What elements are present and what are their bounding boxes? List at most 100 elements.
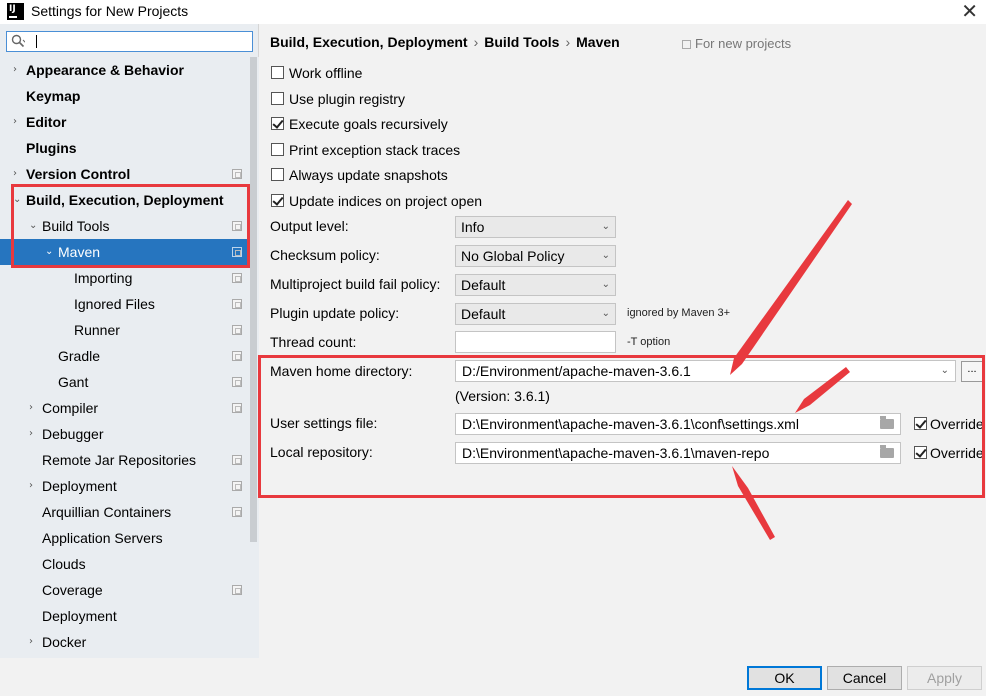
sidebar-item-label: Importing xyxy=(74,270,133,286)
sidebar-item-ignored-files[interactable]: Ignored Files xyxy=(0,291,248,317)
sidebar-item-label: Keymap xyxy=(26,88,81,104)
sidebar-item-build-execution-deployment[interactable]: ⌄ Build, Execution, Deployment xyxy=(0,187,248,213)
chevron-down-icon[interactable]: ⌄ xyxy=(13,187,23,213)
chevron-right-icon[interactable]: › xyxy=(29,421,39,447)
project-scope-icon xyxy=(232,403,242,413)
checkbox-label: Update indices on project open xyxy=(289,192,483,209)
sidebar-item-label: Arquillian Containers xyxy=(42,504,172,520)
folder-icon[interactable] xyxy=(880,416,894,429)
chevron-down-icon: ⌄ xyxy=(601,250,610,261)
sidebar-item-label: Deployment xyxy=(42,478,117,494)
maven-home-value: D:/Environment/apache-maven-3.6.1 xyxy=(462,363,691,379)
sidebar-item-runner[interactable]: Runner xyxy=(0,317,248,343)
local-repo-label: Local repository: xyxy=(270,444,373,460)
chevron-right-icon[interactable]: › xyxy=(29,629,39,655)
maven-settings-panel: Build, Execution, Deployment › Build Tools… xyxy=(260,24,986,658)
sidebar-item-deployment[interactable]: › Deployment xyxy=(0,473,248,499)
sidebar-item-editor[interactable]: › Editor xyxy=(0,109,248,135)
plugin-update-label: Plugin update policy: xyxy=(270,305,400,321)
sidebar-item-gradle[interactable]: Gradle xyxy=(0,343,248,369)
maven-version-text: (Version: 3.6.1) xyxy=(455,388,550,404)
sidebar-scrollbar[interactable] xyxy=(248,57,259,658)
checkbox-label: Print exception stack traces xyxy=(289,141,461,158)
sidebar-item-docker[interactable]: › Docker xyxy=(0,629,248,655)
sidebar-item-compiler[interactable]: › Compiler xyxy=(0,395,248,421)
sidebar-item-appearance-behavior[interactable]: › Appearance & Behavior xyxy=(0,57,248,83)
checkbox[interactable] xyxy=(271,117,284,130)
sidebar-item-label: Gant xyxy=(58,374,89,390)
thread-count-input[interactable] xyxy=(455,331,616,353)
maven-home-combobox[interactable]: D:/Environment/apache-maven-3.6.1 ⌄ xyxy=(455,360,956,382)
maven-home-browse-button[interactable]: ... xyxy=(961,361,983,382)
breadcrumb-build-tools[interactable]: Build Tools xyxy=(484,34,559,50)
sidebar-item-label: Coverage xyxy=(42,582,103,598)
project-scope-icon xyxy=(232,273,242,283)
for-new-projects-label: For new projects xyxy=(695,36,792,51)
user-settings-input[interactable]: D:\Environment\apache-maven-3.6.1\conf\s… xyxy=(455,413,901,435)
chevron-right-icon[interactable]: › xyxy=(13,109,23,135)
sidebar-item-build-tools[interactable]: ⌄ Build Tools xyxy=(0,213,248,239)
sidebar-item-deployment[interactable]: Deployment xyxy=(0,603,248,629)
sidebar-item-clouds[interactable]: Clouds xyxy=(0,551,248,577)
chevron-right-icon[interactable]: › xyxy=(29,395,39,421)
local-repo-override-label: Override xyxy=(930,445,984,461)
apply-button[interactable]: Apply xyxy=(907,666,982,690)
sidebar-item-label: Plugins xyxy=(26,140,77,156)
multiproject-fail-select[interactable]: Default ⌄ xyxy=(455,274,616,296)
checkbox-label: Always update snapshots xyxy=(289,167,448,183)
checksum-policy-label: Checksum policy: xyxy=(270,247,380,263)
checkbox[interactable] xyxy=(271,193,284,207)
thread-count-label: Thread count: xyxy=(270,334,357,350)
local-repo-value: D:\Environment\apache-maven-3.6.1\maven-… xyxy=(462,445,770,461)
sidebar-item-maven[interactable]: ⌄ Maven xyxy=(0,239,248,265)
project-scope-icon xyxy=(232,351,242,361)
sidebar-item-label: Runner xyxy=(74,322,120,338)
sidebar-item-remote-jar-repositories[interactable]: Remote Jar Repositories xyxy=(0,447,248,473)
project-scope-icon xyxy=(232,481,242,491)
sidebar-item-debugger[interactable]: › Debugger xyxy=(0,421,248,447)
chevron-right-icon[interactable]: › xyxy=(13,57,23,83)
chevron-down-icon: ⌄ xyxy=(601,221,610,232)
multiproject-fail-label: Multiproject build fail policy: xyxy=(270,276,441,292)
breadcrumb-build-execution-deployment[interactable]: Build, Execution, Deployment xyxy=(270,34,468,50)
folder-icon[interactable] xyxy=(880,445,894,458)
checkbox[interactable] xyxy=(271,168,284,181)
text-caret xyxy=(36,35,37,48)
project-scope-icon xyxy=(232,169,242,179)
close-icon[interactable]: ✕ xyxy=(961,0,978,22)
sidebar-item-keymap[interactable]: Keymap xyxy=(0,83,248,109)
checkbox[interactable] xyxy=(271,66,284,79)
checkbox-label: Work offline xyxy=(289,65,363,81)
multiproject-fail-value: Default xyxy=(461,277,506,293)
ok-button[interactable]: OK xyxy=(747,666,822,690)
settings-search-input[interactable] xyxy=(6,31,253,52)
search-icon xyxy=(11,34,25,48)
thread-count-hint: -T option xyxy=(627,336,671,348)
sidebar-item-label: Compiler xyxy=(42,400,99,416)
chevron-right-icon[interactable]: › xyxy=(13,161,23,187)
sidebar-item-importing[interactable]: Importing xyxy=(0,265,248,291)
sidebar-item-label: Editor xyxy=(26,114,67,130)
sidebar-item-coverage[interactable]: Coverage xyxy=(0,577,248,603)
sidebar-item-version-control[interactable]: › Version Control xyxy=(0,161,248,187)
breadcrumb-separator: › xyxy=(473,34,479,50)
chevron-right-icon[interactable]: › xyxy=(29,473,39,499)
scrollbar-thumb[interactable] xyxy=(250,57,257,542)
checksum-policy-select[interactable]: No Global Policy ⌄ xyxy=(455,245,616,267)
sidebar-item-plugins[interactable]: Plugins xyxy=(0,135,248,161)
sidebar-item-arquillian-containers[interactable]: Arquillian Containers xyxy=(0,499,248,525)
plugin-update-select[interactable]: Default ⌄ xyxy=(455,303,616,325)
chevron-down-icon[interactable]: ⌄ xyxy=(45,239,55,265)
user-settings-override-checkbox[interactable] xyxy=(914,417,927,430)
cancel-button[interactable]: Cancel xyxy=(827,666,902,690)
sidebar-item-gant[interactable]: Gant xyxy=(0,369,248,395)
chevron-down-icon[interactable]: ⌄ xyxy=(29,213,39,239)
checkbox[interactable] xyxy=(271,142,284,156)
checkbox-label: Execute goals recursively xyxy=(289,116,448,132)
checkbox[interactable] xyxy=(271,91,284,105)
output-level-select[interactable]: Info ⌄ xyxy=(455,216,616,238)
local-repo-override-checkbox[interactable] xyxy=(914,446,927,459)
sidebar-item-label: Build, Execution, Deployment xyxy=(26,192,224,208)
sidebar-item-application-servers[interactable]: Application Servers xyxy=(0,525,248,551)
local-repo-input[interactable]: D:\Environment\apache-maven-3.6.1\maven-… xyxy=(455,442,901,464)
